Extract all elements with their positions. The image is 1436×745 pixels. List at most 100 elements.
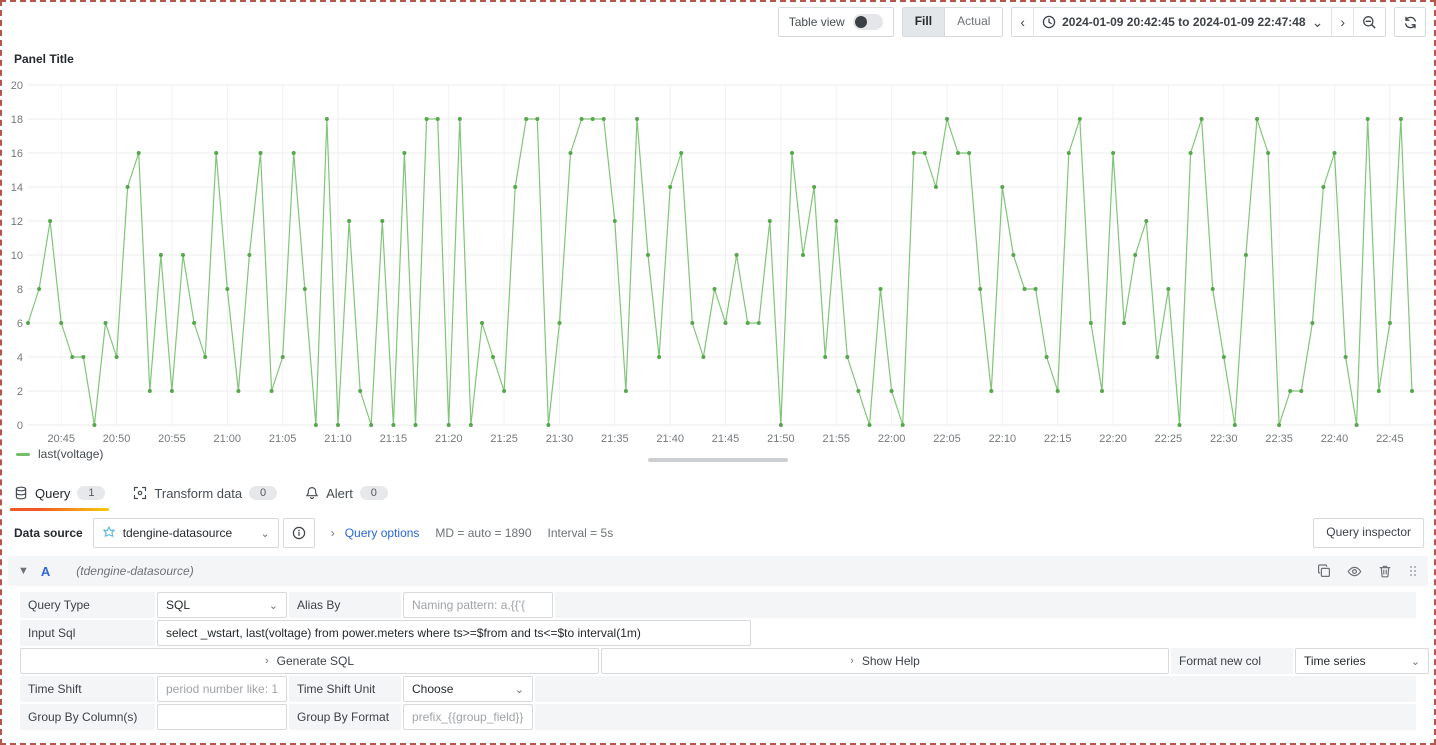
svg-text:18: 18 — [11, 114, 23, 126]
collapse-caret-icon[interactable]: ▼ — [18, 565, 29, 577]
svg-text:22:35: 22:35 — [1265, 433, 1293, 442]
time-shift-back-button[interactable]: ‹ — [1012, 8, 1033, 36]
bell-icon — [305, 486, 319, 500]
svg-text:21:40: 21:40 — [656, 433, 684, 442]
svg-text:16: 16 — [11, 148, 23, 160]
chevron-down-icon: ⌄ — [269, 599, 278, 612]
drag-handle-icon[interactable] — [1408, 564, 1418, 578]
tab-alert[interactable]: Alert 0 — [305, 478, 388, 508]
datasource-label: Data source — [14, 526, 83, 540]
query-ref-label[interactable]: A — [41, 564, 50, 579]
svg-text:21:55: 21:55 — [822, 433, 850, 442]
delete-query-button[interactable] — [1378, 564, 1392, 578]
input-sql-input[interactable] — [157, 620, 751, 646]
svg-text:12: 12 — [11, 216, 23, 228]
show-help-expander[interactable]: › Show Help — [601, 648, 1169, 674]
time-shift-label: Time Shift — [20, 676, 155, 702]
alias-by-label: Alias By — [289, 592, 401, 618]
chart-legend[interactable]: last(voltage) — [16, 447, 103, 461]
datasource-help-button[interactable] — [283, 518, 315, 548]
svg-text:21:25: 21:25 — [490, 433, 518, 442]
query-type-select[interactable]: SQL ⌄ — [157, 592, 287, 618]
table-view-toggle-group[interactable]: Table view — [778, 7, 894, 37]
chevron-right-icon: › — [331, 526, 335, 540]
fill-button[interactable]: Fill — [903, 8, 944, 36]
panel-title: Panel Title — [14, 52, 74, 66]
tab-query[interactable]: Query 1 — [14, 478, 105, 508]
query-options-md: MD = auto = 1890 — [435, 526, 531, 540]
legend-series-label: last(voltage) — [38, 447, 103, 461]
edit-pane-tabs: Query 1 Transform data 0 Alert 0 — [14, 478, 388, 508]
query-row-actions — [1317, 564, 1418, 579]
svg-text:22:00: 22:00 — [878, 433, 906, 442]
svg-text:22:10: 22:10 — [989, 433, 1017, 442]
svg-text:21:05: 21:05 — [269, 433, 297, 442]
datasource-row: Data source tdengine-datasource ⌄ › Quer… — [14, 518, 1424, 548]
tab-transform-data[interactable]: Transform data 0 — [133, 478, 277, 508]
time-shift-unit-select[interactable]: Choose ⌄ — [403, 676, 533, 702]
svg-text:22:15: 22:15 — [1044, 433, 1072, 442]
refresh-icon — [1403, 15, 1418, 30]
chevron-right-icon: › — [850, 655, 854, 667]
group-by-columns-input[interactable] — [157, 704, 287, 730]
generate-sql-label: Generate SQL — [277, 654, 354, 668]
svg-text:10: 10 — [11, 250, 23, 262]
svg-text:22:25: 22:25 — [1155, 433, 1183, 442]
alias-by-input[interactable] — [403, 592, 553, 618]
tab-query-label: Query — [35, 486, 70, 501]
tdengine-logo-icon — [102, 526, 116, 540]
chevron-down-icon: ⌄ — [260, 527, 269, 540]
generate-sql-expander[interactable]: › Generate SQL — [20, 648, 599, 674]
table-view-switch[interactable] — [853, 14, 883, 30]
tab-transform-count: 0 — [249, 486, 277, 500]
transform-icon — [133, 486, 147, 500]
group-by-format-input[interactable] — [403, 704, 533, 730]
switch-knob-icon — [855, 16, 867, 28]
time-shift-unit-value: Choose — [412, 682, 453, 696]
query-type-value: SQL — [166, 598, 190, 612]
format-value: Time series — [1304, 654, 1366, 668]
row-filler — [535, 676, 1416, 702]
refresh-button[interactable] — [1394, 7, 1426, 37]
tab-transform-label: Transform data — [154, 486, 242, 501]
time-shift-input[interactable] — [157, 676, 287, 702]
row-query-type: Query Type SQL ⌄ Alias By — [20, 592, 1416, 618]
chevron-right-icon: › — [1340, 9, 1345, 35]
time-shift-unit-label: Time Shift Unit — [289, 676, 401, 702]
svg-text:21:15: 21:15 — [380, 433, 408, 442]
row-group-by: Group By Column(s) Group By Format — [20, 704, 1416, 730]
query-options-link[interactable]: Query options — [345, 526, 420, 540]
datasource-picker[interactable]: tdengine-datasource ⌄ — [93, 518, 279, 548]
svg-text:21:45: 21:45 — [712, 433, 740, 442]
query-options[interactable]: › Query options MD = auto = 1890 Interva… — [331, 526, 614, 540]
row-filler — [535, 704, 1416, 730]
zoom-out-time-button[interactable] — [1353, 8, 1385, 36]
table-view-label: Table view — [789, 15, 845, 29]
fill-actual-segmented: Fill Actual — [902, 7, 1004, 37]
tab-alert-count: 0 — [360, 486, 388, 500]
timeseries-chart[interactable]: 0246810121416182020:4520:5020:5521:0021:… — [0, 70, 1436, 442]
svg-text:20:50: 20:50 — [103, 433, 131, 442]
group-by-format-label: Group By Format — [289, 704, 401, 730]
time-range-text: 2024-01-09 20:42:45 to 2024-01-09 22:47:… — [1062, 15, 1306, 29]
actual-button[interactable]: Actual — [944, 8, 1002, 36]
time-shift-forward-button[interactable]: › — [1331, 8, 1353, 36]
svg-text:20:45: 20:45 — [47, 433, 75, 442]
panel-resize-handle[interactable] — [648, 458, 788, 462]
duplicate-query-button[interactable] — [1317, 564, 1331, 578]
hide-query-button[interactable] — [1347, 564, 1362, 579]
input-sql-label: Input Sql — [20, 620, 155, 646]
query-row-header[interactable]: ▼ A (tdengine-datasource) — [8, 556, 1428, 586]
format-new-col-label: Format new col — [1171, 648, 1293, 674]
svg-text:0: 0 — [17, 420, 23, 432]
datasource-value: tdengine-datasource — [123, 526, 254, 540]
tab-query-count: 1 — [77, 486, 105, 500]
svg-text:2: 2 — [17, 386, 23, 398]
query-inspector-button[interactable]: Query inspector — [1313, 518, 1424, 548]
format-select[interactable]: Time series ⌄ — [1295, 648, 1429, 674]
svg-text:21:10: 21:10 — [324, 433, 352, 442]
svg-text:21:30: 21:30 — [546, 433, 574, 442]
svg-text:8: 8 — [17, 284, 23, 296]
time-range-picker[interactable]: 2024-01-09 20:42:45 to 2024-01-09 22:47:… — [1033, 8, 1331, 36]
magnifier-minus-icon — [1362, 15, 1377, 30]
